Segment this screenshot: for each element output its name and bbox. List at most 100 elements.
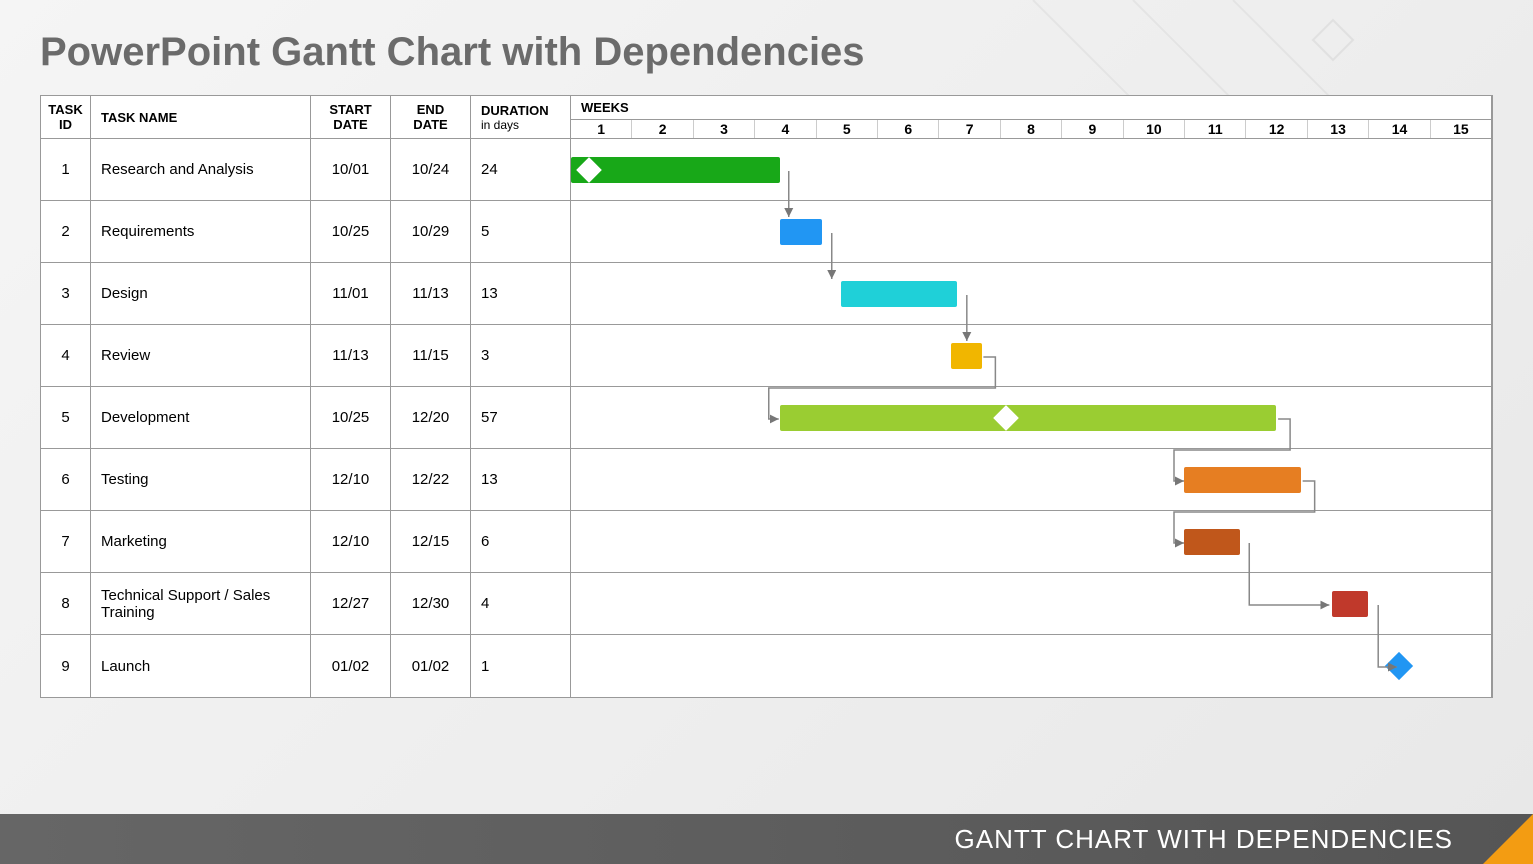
week-num: 5 xyxy=(817,120,878,138)
week-num: 4 xyxy=(755,120,816,138)
weeks-label: WEEKS xyxy=(571,96,1491,120)
task-start: 10/25 xyxy=(311,201,391,262)
task-duration: 24 xyxy=(471,139,571,200)
header-end-date: END DATE xyxy=(391,96,471,138)
task-start: 12/27 xyxy=(311,573,391,634)
task-end: 11/13 xyxy=(391,263,471,324)
task-id: 1 xyxy=(41,139,91,200)
gantt-cell xyxy=(571,573,1492,634)
task-id: 7 xyxy=(41,511,91,572)
header-duration-label: DURATION xyxy=(481,103,549,118)
task-id: 2 xyxy=(41,201,91,262)
task-start: 12/10 xyxy=(311,449,391,510)
gantt-cell xyxy=(571,387,1492,448)
task-start: 01/02 xyxy=(311,635,391,697)
gantt-bar xyxy=(1184,529,1239,555)
week-num: 12 xyxy=(1246,120,1307,138)
gantt-cell xyxy=(571,325,1492,386)
week-num: 1 xyxy=(571,120,632,138)
task-start: 12/10 xyxy=(311,511,391,572)
gantt-cell xyxy=(571,449,1492,510)
task-duration: 4 xyxy=(471,573,571,634)
week-num: 7 xyxy=(939,120,1000,138)
task-end: 01/02 xyxy=(391,635,471,697)
gantt-cell xyxy=(571,201,1492,262)
gantt-cell xyxy=(571,511,1492,572)
task-id: 3 xyxy=(41,263,91,324)
task-duration: 13 xyxy=(471,263,571,324)
header-start-date: START DATE xyxy=(311,96,391,138)
header-task-name: TASK NAME xyxy=(91,96,311,138)
launch-milestone-icon xyxy=(1385,652,1413,680)
task-name: Launch xyxy=(91,635,311,697)
task-duration: 5 xyxy=(471,201,571,262)
task-id: 5 xyxy=(41,387,91,448)
task-row: 4 Review 11/13 11/15 3 xyxy=(41,325,1492,387)
header-duration: DURATION in days xyxy=(471,96,571,138)
footer-text: GANTT CHART WITH DEPENDENCIES xyxy=(955,824,1454,855)
week-num: 2 xyxy=(632,120,693,138)
week-num: 10 xyxy=(1124,120,1185,138)
week-num: 8 xyxy=(1001,120,1062,138)
gantt-bar xyxy=(571,157,780,183)
task-start: 10/25 xyxy=(311,387,391,448)
task-start: 10/01 xyxy=(311,139,391,200)
header-weeks: WEEKS 123456789101112131415 xyxy=(571,96,1492,138)
week-num: 6 xyxy=(878,120,939,138)
task-end: 12/15 xyxy=(391,511,471,572)
header-task-id: TASK ID xyxy=(41,96,91,138)
task-row: 8 Technical Support / Sales Training 12/… xyxy=(41,573,1492,635)
task-duration: 6 xyxy=(471,511,571,572)
task-name: Development xyxy=(91,387,311,448)
header-row: TASK ID TASK NAME START DATE END DATE DU… xyxy=(41,96,1492,139)
page-title: PowerPoint Gantt Chart with Dependencies xyxy=(0,0,1533,95)
task-name: Research and Analysis xyxy=(91,139,311,200)
task-row: 1 Research and Analysis 10/01 10/24 24 xyxy=(41,139,1492,201)
task-name: Testing xyxy=(91,449,311,510)
task-duration: 1 xyxy=(471,635,571,697)
task-id: 9 xyxy=(41,635,91,697)
task-duration: 3 xyxy=(471,325,571,386)
gantt-chart: TASK ID TASK NAME START DATE END DATE DU… xyxy=(40,95,1493,698)
task-duration: 13 xyxy=(471,449,571,510)
gantt-cell xyxy=(571,635,1492,697)
task-duration: 57 xyxy=(471,387,571,448)
task-end: 12/22 xyxy=(391,449,471,510)
task-end: 10/24 xyxy=(391,139,471,200)
gantt-cell xyxy=(571,263,1492,324)
gantt-bar xyxy=(1332,591,1369,617)
task-name: Technical Support / Sales Training xyxy=(91,573,311,634)
task-name: Review xyxy=(91,325,311,386)
task-row: 6 Testing 12/10 12/22 13 xyxy=(41,449,1492,511)
task-end: 12/30 xyxy=(391,573,471,634)
gantt-bar xyxy=(780,219,823,245)
week-num: 3 xyxy=(694,120,755,138)
header-duration-sub: in days xyxy=(481,118,519,132)
task-end: 11/15 xyxy=(391,325,471,386)
task-start: 11/01 xyxy=(311,263,391,324)
gantt-bar xyxy=(951,343,982,369)
task-row: 9 Launch 01/02 01/02 1 xyxy=(41,635,1492,697)
task-start: 11/13 xyxy=(311,325,391,386)
task-id: 6 xyxy=(41,449,91,510)
week-num: 13 xyxy=(1308,120,1369,138)
week-num: 11 xyxy=(1185,120,1246,138)
gantt-bar xyxy=(841,281,958,307)
week-num: 9 xyxy=(1062,120,1123,138)
task-row: 7 Marketing 12/10 12/15 6 xyxy=(41,511,1492,573)
task-row: 2 Requirements 10/25 10/29 5 xyxy=(41,201,1492,263)
task-name: Requirements xyxy=(91,201,311,262)
gantt-bar xyxy=(780,405,1277,431)
gantt-cell xyxy=(571,139,1492,200)
task-row: 5 Development 10/25 12/20 57 xyxy=(41,387,1492,449)
gantt-bar xyxy=(1184,467,1301,493)
footer-bar: GANTT CHART WITH DEPENDENCIES xyxy=(0,814,1533,864)
task-id: 8 xyxy=(41,573,91,634)
week-num: 14 xyxy=(1369,120,1430,138)
week-numbers: 123456789101112131415 xyxy=(571,120,1491,138)
footer-accent-icon xyxy=(1483,814,1533,864)
task-id: 4 xyxy=(41,325,91,386)
task-end: 12/20 xyxy=(391,387,471,448)
task-name: Design xyxy=(91,263,311,324)
task-end: 10/29 xyxy=(391,201,471,262)
